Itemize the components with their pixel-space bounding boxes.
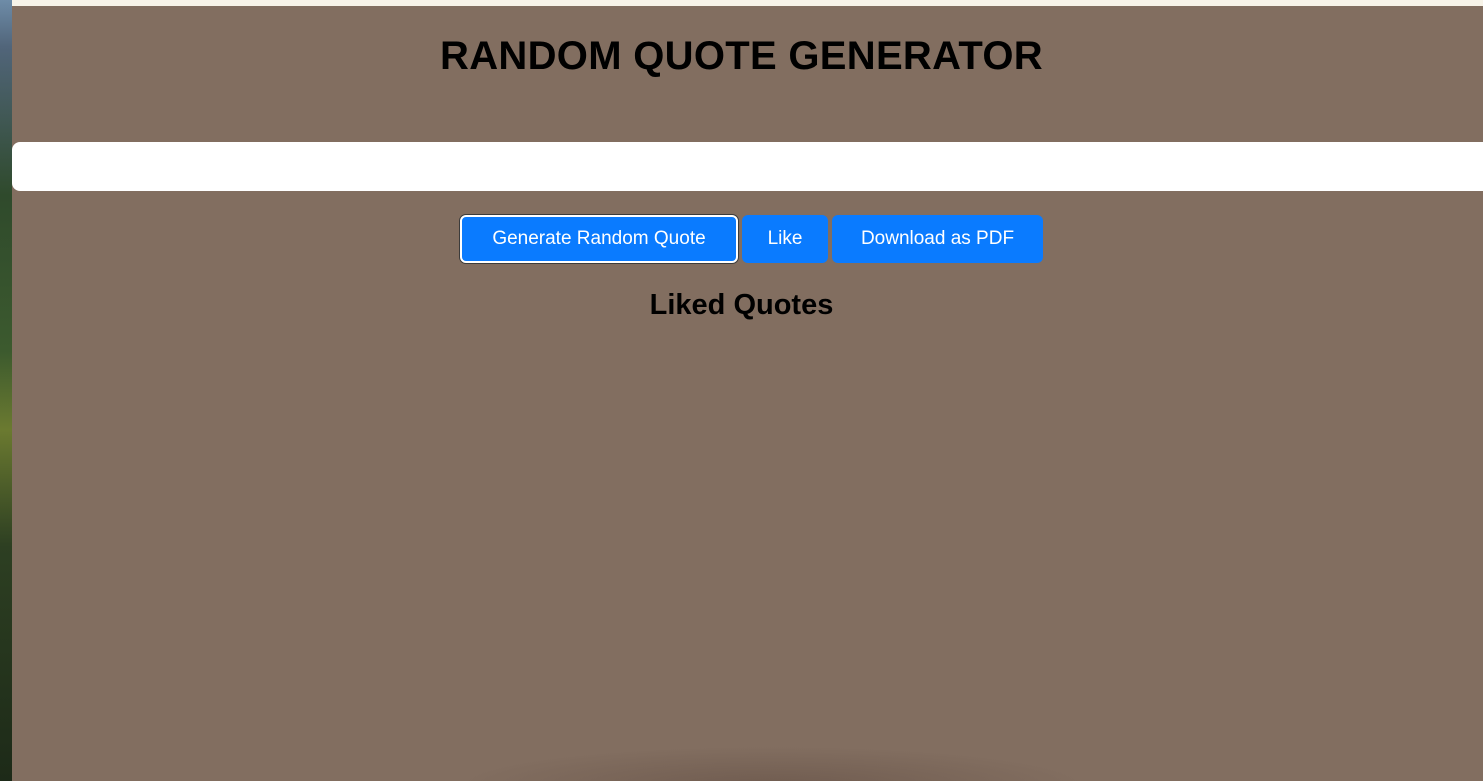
like-button[interactable]: Like <box>742 215 828 263</box>
page-title: RANDOM QUOTE GENERATOR <box>440 34 1043 78</box>
desktop-wallpaper-edge <box>0 0 12 781</box>
download-pdf-button[interactable]: Download as PDF <box>832 215 1043 263</box>
generate-quote-button[interactable]: Generate Random Quote <box>460 215 738 263</box>
liked-quotes-list <box>12 336 1483 736</box>
decorative-shadow <box>452 746 1092 781</box>
page-container: RANDOM QUOTE GENERATOR Generate Random Q… <box>12 6 1483 781</box>
action-buttons: Generate Random Quote Like Download as P… <box>460 215 1043 263</box>
liked-quotes-heading: Liked Quotes <box>649 289 834 321</box>
quote-display <box>12 142 1483 191</box>
